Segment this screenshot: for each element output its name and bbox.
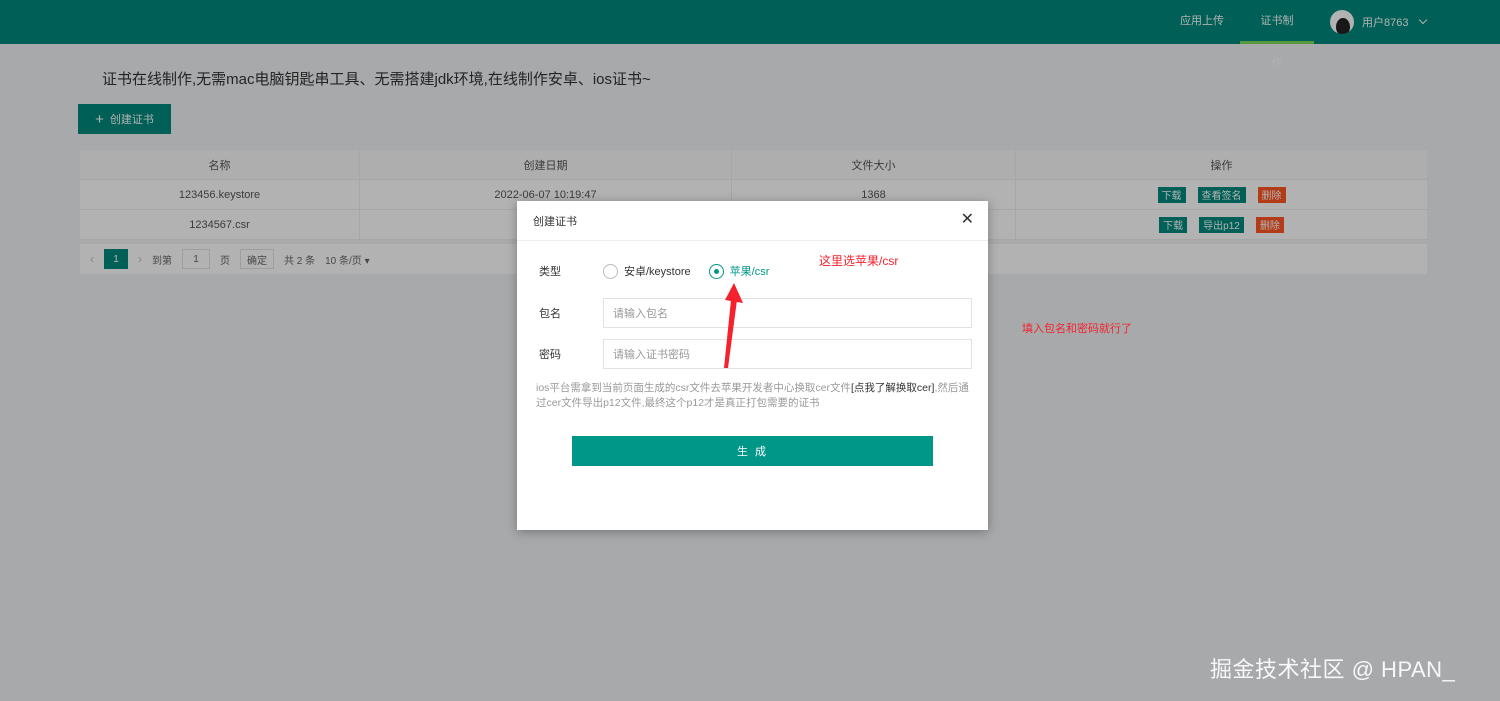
annotation-fill-fields: 填入包名和密码就行了 [1022, 323, 1132, 335]
annotation-arrow-icon [724, 283, 743, 368]
watermark: 掘金技术社区 @ HPAN_ [1210, 657, 1456, 682]
annotation-select-ios: 这里选苹果/csr [819, 254, 899, 268]
